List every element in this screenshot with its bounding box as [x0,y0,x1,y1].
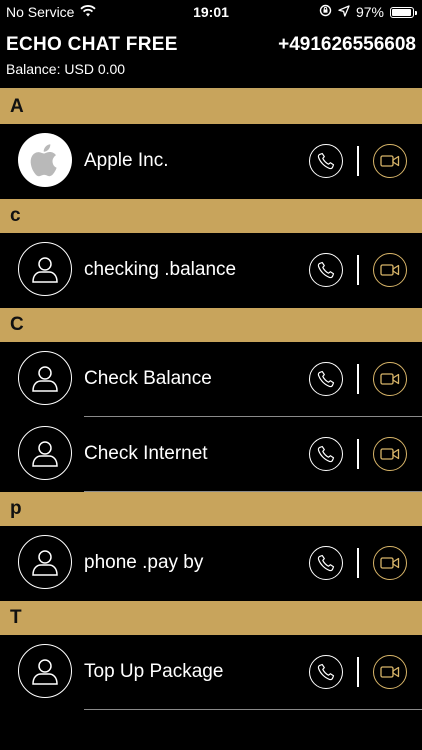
phone-call-icon[interactable] [309,362,343,396]
person-icon [18,351,72,405]
phone-call-icon[interactable] [309,253,343,287]
contact-name: checking .balance [84,259,237,280]
battery-icon [390,6,417,18]
person-icon [18,242,72,296]
contact-row[interactable]: Check Balance [0,342,422,417]
action-divider [357,255,359,285]
section-header-p: p [0,492,422,526]
contact-name: Check Internet [84,443,208,464]
action-divider [357,657,359,687]
person-icon [18,426,72,480]
section-header-c: c [0,199,422,233]
contact-name: phone .pay by [84,552,204,573]
contact-name: Apple Inc. [84,150,169,171]
phone-number: +491626556608 [278,34,416,55]
contact-list[interactable]: A Apple Inc. c checking .balance C Check Bala… [0,90,422,710]
contact-row[interactable]: Top Up Package [0,635,422,710]
person-icon [18,535,72,589]
status-right: 97% [319,4,417,20]
orientation-lock-icon [319,4,332,20]
contact-name: Check Balance [84,368,212,389]
app-title: ECHO CHAT FREE [6,34,178,55]
row-separator [84,491,422,492]
phone-call-icon[interactable] [309,437,343,471]
section-header-C: C [0,308,422,342]
section-header-A: A [0,90,422,124]
action-divider [357,439,359,469]
row-separator [84,709,422,710]
contact-name: Top Up Package [84,661,224,682]
video-call-icon[interactable] [373,362,407,396]
contact-row[interactable]: phone .pay by [0,526,422,601]
video-call-icon[interactable] [373,655,407,689]
action-divider [357,548,359,578]
action-divider [357,146,359,176]
app-header: ECHO CHAT FREE +491626556608 Balance: US… [0,32,422,88]
status-bar: No Service 19:01 97% [0,0,422,24]
video-call-icon[interactable] [373,546,407,580]
battery-fill [392,8,412,16]
contact-row[interactable]: Check Internet [0,417,422,492]
balance-label: Balance: USD 0.00 [6,61,126,77]
person-icon [18,644,72,698]
phone-call-icon[interactable] [309,144,343,178]
phone-call-icon[interactable] [309,546,343,580]
action-divider [357,364,359,394]
video-call-icon[interactable] [373,253,407,287]
contact-row[interactable]: checking .balance [0,233,422,308]
battery-percent: 97% [355,4,384,20]
location-arrow-icon [338,4,350,20]
section-header-T: T [0,601,422,635]
phone-call-icon[interactable] [309,655,343,689]
contact-row[interactable]: Apple Inc. [0,124,422,199]
video-call-icon[interactable] [373,437,407,471]
apple-logo-icon [18,133,72,187]
video-call-icon[interactable] [373,144,407,178]
